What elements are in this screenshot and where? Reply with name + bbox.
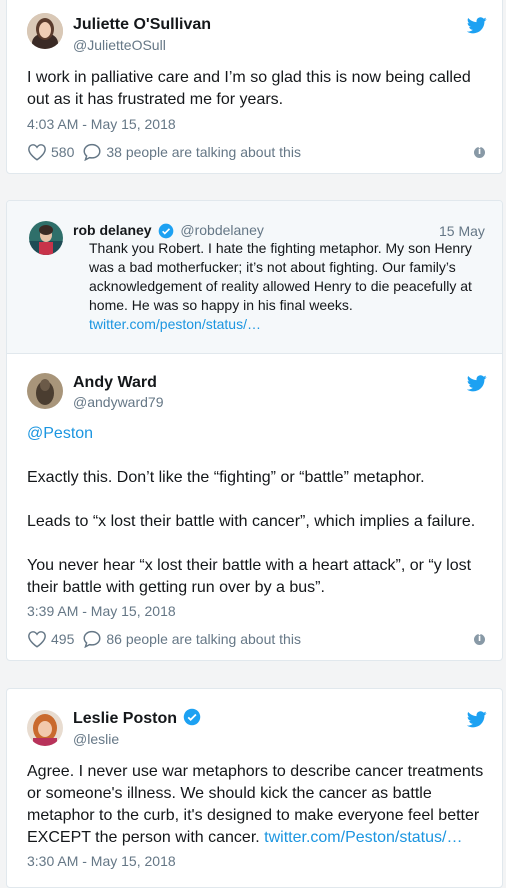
tweet-paragraph-3: You never hear “x lost their battle with… (27, 557, 472, 596)
twitter-bird-icon[interactable] (467, 17, 487, 34)
like-count[interactable]: 580 (51, 144, 74, 160)
mention-link[interactable]: @Peston (27, 425, 93, 442)
author-handle[interactable]: @leslie (73, 731, 119, 747)
quoted-tweet[interactable]: rob delaney @robdelaney 15 May Thank you… (7, 201, 502, 354)
tweet-timestamp[interactable]: 4:03 AM - May 15, 2018 (27, 116, 176, 132)
avatar-juliette[interactable] (27, 13, 63, 49)
author-name[interactable]: Juliette O'Sullivan (73, 16, 211, 34)
quoted-text: Thank you Robert. I hate the fighting me… (89, 240, 472, 313)
twitter-bird-icon[interactable] (467, 711, 487, 728)
avatar-leslie[interactable] (27, 710, 63, 746)
tweet-timestamp[interactable]: 3:30 AM - May 15, 2018 (27, 853, 176, 869)
heart-icon[interactable] (27, 630, 47, 648)
tweet-text-block: Agree. I never use war metaphors to desc… (27, 761, 489, 849)
quoted-link[interactable]: twitter.com/peston/status/… (89, 316, 261, 332)
tweet-actions: 495 86 people are talking about this (27, 630, 301, 648)
quoted-date[interactable]: 15 May (439, 223, 485, 239)
avatar-rob-delaney[interactable] (29, 221, 63, 255)
tweet-timestamp[interactable]: 3:39 AM - May 15, 2018 (27, 603, 176, 619)
verified-badge-icon (184, 709, 201, 726)
comment-icon[interactable] (82, 143, 102, 161)
tweet-paragraph-2: Leads to “x lost their battle with cance… (27, 513, 476, 530)
verified-badge-icon (159, 223, 174, 239)
avatar-andy[interactable] (27, 373, 63, 409)
tweet-card-leslie: Leslie Poston @leslie Agree. I never use… (6, 688, 503, 888)
author-name[interactable]: Andy Ward (73, 374, 157, 392)
quoted-text-block: Thank you Robert. I hate the fighting me… (89, 239, 479, 334)
info-icon[interactable]: i (474, 147, 485, 158)
tweet-link[interactable]: twitter.com/Peston/status/… (264, 829, 462, 846)
author-name-row: Leslie Poston (73, 709, 201, 728)
talking-count[interactable]: 86 people are talking about this (106, 631, 301, 647)
twitter-bird-icon[interactable] (467, 375, 487, 392)
quoted-author-row: rob delaney @robdelaney (73, 222, 264, 239)
tweet-text-block: @Peston Exactly this. Don’t like the “fi… (27, 423, 489, 599)
like-count[interactable]: 495 (51, 631, 74, 647)
talking-count[interactable]: 38 people are talking about this (106, 144, 301, 160)
tweet-actions: 580 38 people are talking about this (27, 143, 301, 161)
tweet-paragraph-1: Exactly this. Don’t like the “fighting” … (27, 469, 425, 486)
info-icon[interactable]: i (474, 634, 485, 645)
author-name[interactable]: Leslie Poston (73, 710, 177, 727)
tweet-text: I work in palliative care and I’m so gla… (27, 69, 471, 108)
author-handle[interactable]: @andyward79 (73, 394, 164, 410)
comment-icon[interactable] (82, 630, 102, 648)
quoted-author-name[interactable]: rob delaney (73, 222, 152, 238)
tweet-card-juliette: Juliette O'Sullivan @JulietteOSull I wor… (6, 0, 503, 174)
quoted-author-handle[interactable]: @robdelaney (180, 222, 264, 238)
author-handle[interactable]: @JulietteOSull (73, 37, 166, 53)
tweet-card-andy: rob delaney @robdelaney 15 May Thank you… (6, 200, 503, 661)
heart-icon[interactable] (27, 143, 47, 161)
